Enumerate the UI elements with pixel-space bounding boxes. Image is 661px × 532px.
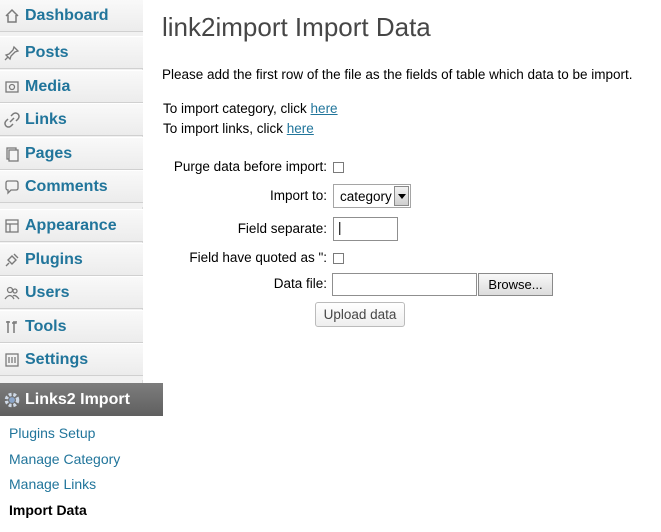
pages-icon <box>3 145 21 163</box>
import-category-line: To import category, click here <box>163 101 338 116</box>
import-category-prefix: To import category, click <box>163 101 311 116</box>
sidebar-item-label: Dashboard <box>25 6 109 24</box>
plugin-submenu: Plugins Setup Manage Category Manage Lin… <box>0 416 143 532</box>
import-category-link[interactable]: here <box>311 101 338 116</box>
data-file-label: Data file: <box>273 276 327 291</box>
sidebar-item-label: Users <box>25 283 70 301</box>
admin-sidebar: Dashboard Posts Media Links Pages Commen… <box>0 0 143 532</box>
intro-text: Please add the first row of the file as … <box>162 67 633 82</box>
sidebar-item-links[interactable]: Links <box>0 103 143 136</box>
settings-icon <box>3 351 21 369</box>
field-separate-input[interactable]: | <box>333 217 398 241</box>
sidebar-item-media[interactable]: Media <box>0 70 143 103</box>
sidebar-item-pages[interactable]: Pages <box>0 137 143 170</box>
sidebar-item-tools[interactable]: Tools <box>0 310 143 343</box>
sidebar-item-plugins[interactable]: Plugins <box>0 243 143 276</box>
purge-label: Purge data before import: <box>173 159 327 174</box>
link-icon <box>3 111 21 129</box>
users-icon <box>3 284 21 302</box>
upload-data-button[interactable]: Upload data <box>315 302 405 327</box>
browse-button[interactable]: Browse... <box>478 273 553 296</box>
import-links-prefix: To import links, click <box>163 121 287 136</box>
comments-icon <box>3 178 21 196</box>
data-file-input[interactable] <box>332 273 477 296</box>
sidebar-item-label: Media <box>25 77 71 95</box>
import-to-value: category <box>340 188 392 204</box>
submenu-item-manage-category[interactable]: Manage Category <box>9 451 120 467</box>
purge-checkbox[interactable] <box>333 162 344 173</box>
pin-icon <box>3 44 21 62</box>
sidebar-item-label: Links <box>25 110 67 128</box>
sidebar-item-dashboard[interactable]: Dashboard <box>0 0 143 32</box>
sidebar-item-appearance[interactable]: Appearance <box>0 209 143 242</box>
quoted-label: Field have quoted as ": <box>189 250 327 265</box>
sidebar-item-label: Appearance <box>25 216 117 234</box>
sidebar-item-label: Comments <box>25 177 108 195</box>
media-icon <box>3 78 21 96</box>
sidebar-item-users[interactable]: Users <box>0 276 143 309</box>
quoted-checkbox[interactable] <box>333 253 344 264</box>
import-to-label: Import to: <box>269 188 327 203</box>
import-to-select[interactable]: category <box>333 184 411 208</box>
submenu-item-plugins-setup[interactable]: Plugins Setup <box>9 425 95 441</box>
field-separate-label: Field separate: <box>237 221 327 236</box>
plugins-icon <box>3 251 21 269</box>
appearance-icon <box>3 217 21 235</box>
sidebar-item-label: Links2 Import <box>25 390 130 408</box>
tools-icon <box>3 318 21 336</box>
menu-separator <box>0 203 143 207</box>
sidebar-item-posts[interactable]: Posts <box>0 36 143 69</box>
menu-separator <box>0 376 143 380</box>
page-title: link2import Import Data <box>162 12 431 42</box>
sidebar-item-label: Tools <box>25 317 67 335</box>
sidebar-item-label: Posts <box>25 43 69 61</box>
sidebar-item-comments[interactable]: Comments <box>0 170 143 203</box>
sidebar-item-links2-import[interactable]: Links2 Import <box>0 383 163 416</box>
sidebar-item-label: Settings <box>25 350 89 368</box>
import-links-line: To import links, click here <box>163 121 314 136</box>
dashboard-icon <box>3 7 21 25</box>
sidebar-item-settings[interactable]: Settings <box>0 343 143 376</box>
sidebar-item-label: Plugins <box>25 250 83 268</box>
chevron-down-icon[interactable] <box>394 186 409 206</box>
sidebar-item-label: Pages <box>25 144 73 162</box>
gear-icon <box>3 391 21 409</box>
import-links-link[interactable]: here <box>287 121 314 136</box>
submenu-item-import-data[interactable]: Import Data <box>9 502 87 518</box>
submenu-item-manage-links[interactable]: Manage Links <box>9 476 96 492</box>
